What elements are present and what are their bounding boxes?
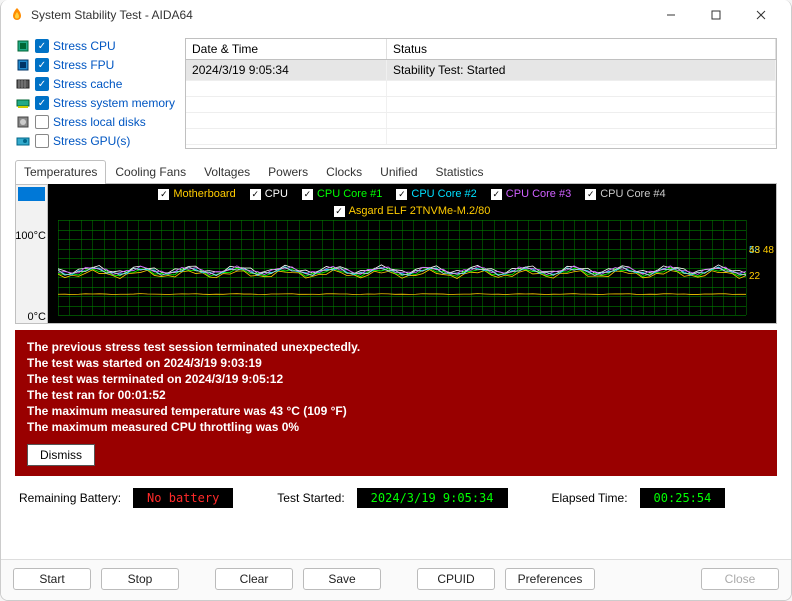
legend-label: CPU Core #2 [411, 188, 476, 200]
legend-item[interactable]: ✓ CPU Core #1 [302, 188, 382, 200]
disk-icon [15, 114, 31, 130]
legend-checkbox[interactable]: ✓ [585, 189, 596, 200]
chart-series-list[interactable] [15, 184, 47, 324]
stop-button[interactable]: Stop [101, 568, 179, 590]
event-col-datetime[interactable]: Date & Time [186, 39, 386, 60]
stress-checkbox-5[interactable] [35, 134, 49, 148]
alert-line: The test ran for 00:01:52 [27, 388, 765, 402]
stress-label-2: Stress cache [53, 77, 122, 91]
stress-checkbox-2[interactable]: ✓ [35, 77, 49, 91]
legend-item[interactable]: ✓ CPU Core #3 [491, 188, 571, 200]
legend-label: CPU Core #1 [317, 188, 382, 200]
legend-checkbox[interactable]: ✓ [396, 189, 407, 200]
close-button[interactable] [738, 0, 783, 30]
titlebar: System Stability Test - AIDA64 [1, 0, 791, 30]
battery-value: No battery [133, 488, 233, 508]
legend-checkbox[interactable]: ✓ [302, 189, 313, 200]
legend-checkbox[interactable]: ✓ [158, 189, 169, 200]
alert-line: The test was started on 2024/3/19 9:03:1… [27, 356, 765, 370]
save-button[interactable]: Save [303, 568, 381, 590]
event-col-status[interactable]: Status [386, 39, 775, 60]
stress-option-1: ✓ Stress FPU [15, 57, 175, 73]
legend-label: Motherboard [173, 188, 235, 200]
stress-checkbox-4[interactable] [35, 115, 49, 129]
chart-series-selection[interactable] [18, 187, 45, 201]
close-dialog-button[interactable]: Close [701, 568, 779, 590]
legend-checkbox[interactable]: ✓ [334, 206, 345, 217]
button-row: Start Stop Clear Save CPUID Preferences … [1, 559, 791, 600]
alert-line: The maximum measured CPU throttling was … [27, 420, 765, 434]
event-status: Stability Test: Started [386, 60, 775, 81]
stress-label-4: Stress local disks [53, 115, 146, 129]
legend-item[interactable]: ✓ CPU Core #4 [585, 188, 665, 200]
alert-panel: The previous stress test session termina… [15, 330, 777, 476]
fpu-icon [15, 57, 31, 73]
legend-label: Asgard ELF 2TNVMe-M.2/80 [349, 205, 491, 217]
elapsed-label: Elapsed Time: [552, 491, 628, 505]
cpu-icon [15, 38, 31, 54]
tab-statistics[interactable]: Statistics [427, 160, 493, 184]
legend-label: CPU Core #4 [600, 188, 665, 200]
stress-label-3: Stress system memory [53, 96, 175, 110]
stress-option-5: Stress GPU(s) [15, 133, 175, 149]
tab-clocks[interactable]: Clocks [317, 160, 371, 184]
tab-powers[interactable]: Powers [259, 160, 317, 184]
legend-item[interactable]: ✓ Motherboard [158, 188, 235, 200]
gpu-icon [15, 133, 31, 149]
event-log-table[interactable]: Date & Time Status 2024/3/19 9:05:34Stab… [185, 38, 777, 149]
alert-line: The previous stress test session termina… [27, 340, 765, 354]
stress-label-1: Stress FPU [53, 58, 114, 72]
app-window: System Stability Test - AIDA64 ✓ Stress C… [0, 0, 792, 601]
plot-area [58, 220, 746, 315]
stress-option-3: ✓ Stress system memory [15, 95, 175, 111]
tab-unified[interactable]: Unified [371, 160, 426, 184]
legend-item[interactable]: ✓ CPU Core #2 [396, 188, 476, 200]
minimize-button[interactable] [648, 0, 693, 30]
status-bar: Remaining Battery: No battery Test Start… [15, 476, 777, 512]
battery-label: Remaining Battery: [19, 491, 121, 505]
tab-voltages[interactable]: Voltages [195, 160, 259, 184]
stress-label-0: Stress CPU [53, 39, 116, 53]
tab-cooling-fans[interactable]: Cooling Fans [106, 160, 195, 184]
alert-line: The test was terminated on 2024/3/19 9:0… [27, 372, 765, 386]
tab-temperatures[interactable]: Temperatures [15, 160, 106, 184]
app-icon [9, 7, 25, 23]
stress-option-0: ✓ Stress CPU [15, 38, 175, 54]
legend-checkbox[interactable]: ✓ [250, 189, 261, 200]
cache-icon [15, 76, 31, 92]
stress-checkbox-1[interactable]: ✓ [35, 58, 49, 72]
right-value-labels: 58 43 48 22 [749, 246, 774, 282]
event-datetime: 2024/3/19 9:05:34 [186, 60, 386, 81]
stress-checkbox-0[interactable]: ✓ [35, 39, 49, 53]
event-row[interactable]: 2024/3/19 9:05:34Stability Test: Started [186, 60, 775, 81]
window-title: System Stability Test - AIDA64 [31, 8, 648, 22]
legend-label: CPU [265, 188, 288, 200]
cpuid-button[interactable]: CPUID [417, 568, 495, 590]
temperature-chart: 100°C 0°C ✓Motherboard✓CPU✓CPU Core #1✓C… [47, 184, 777, 324]
alert-line: The maximum measured temperature was 43 … [27, 404, 765, 418]
stress-option-2: ✓ Stress cache [15, 76, 175, 92]
mem-icon [15, 95, 31, 111]
started-value: 2024/3/19 9:05:34 [357, 488, 508, 508]
legend-checkbox[interactable]: ✓ [491, 189, 502, 200]
legend-label: CPU Core #3 [506, 188, 571, 200]
start-button[interactable]: Start [13, 568, 91, 590]
legend-item[interactable]: ✓ Asgard ELF 2TNVMe-M.2/80 [334, 205, 491, 217]
preferences-button[interactable]: Preferences [505, 568, 595, 590]
stress-options: ✓ Stress CPU ✓ Stress FPU ✓ Stress cache ✓ Stre… [15, 38, 175, 149]
elapsed-value: 00:25:54 [640, 488, 726, 508]
started-label: Test Started: [277, 491, 344, 505]
stress-checkbox-3[interactable]: ✓ [35, 96, 49, 110]
stress-label-5: Stress GPU(s) [53, 134, 130, 148]
dismiss-button[interactable]: Dismiss [27, 444, 95, 466]
stress-option-4: Stress local disks [15, 114, 175, 130]
clear-button[interactable]: Clear [215, 568, 293, 590]
maximize-button[interactable] [693, 0, 738, 30]
tab-bar: TemperaturesCooling FansVoltagesPowersCl… [15, 159, 777, 184]
legend-item[interactable]: ✓ CPU [250, 188, 288, 200]
